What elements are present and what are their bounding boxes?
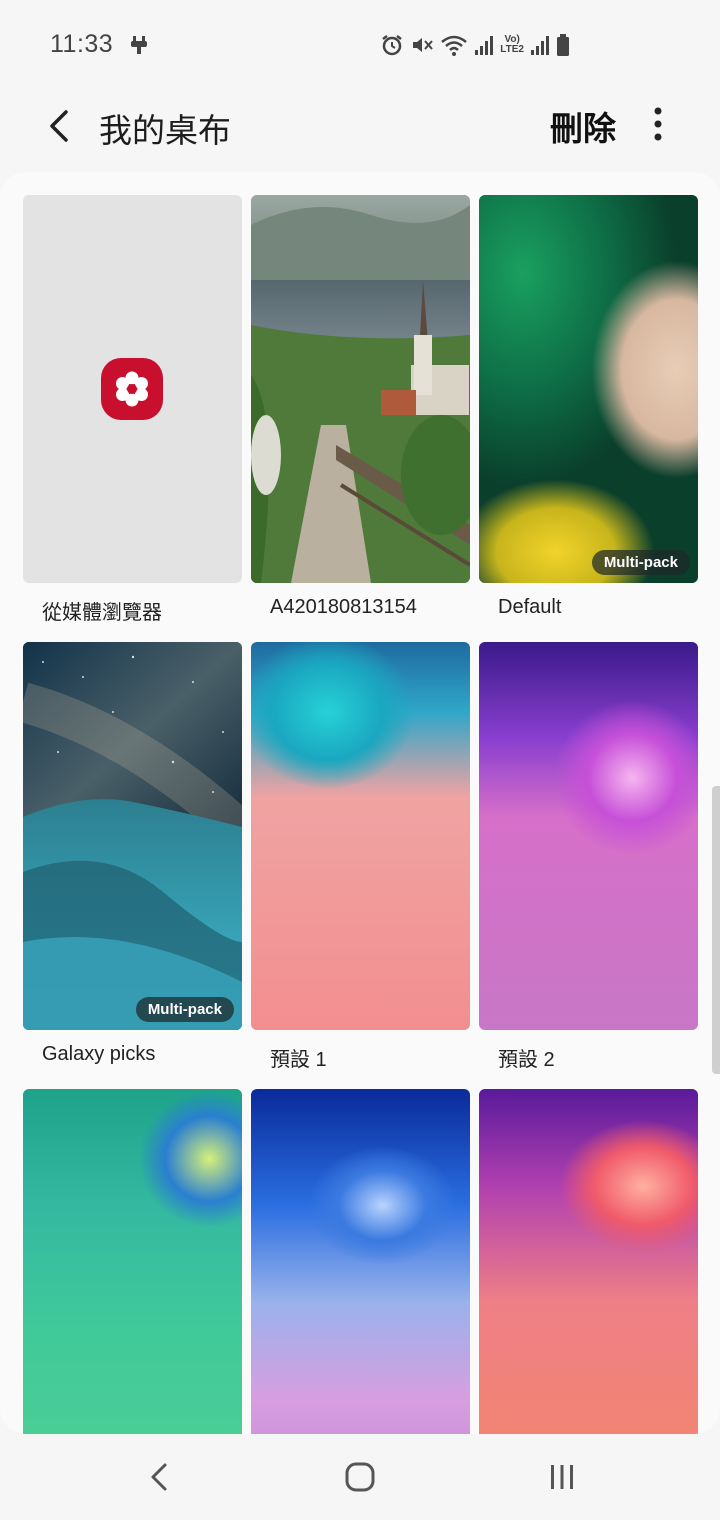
wallpaper-label: Default — [498, 596, 562, 618]
battery-icon — [557, 34, 569, 56]
gallery-flower-icon — [116, 371, 148, 407]
more-options-button[interactable] — [640, 104, 676, 144]
status-time: 11:33 — [50, 30, 114, 58]
back-button[interactable] — [38, 106, 78, 146]
navigation-bar — [0, 1434, 720, 1520]
nav-home-button[interactable] — [315, 1434, 405, 1520]
wallpaper-tile-preset-4[interactable] — [251, 1089, 470, 1434]
scrollbar-thumb[interactable] — [712, 786, 720, 1074]
nav-back-icon — [151, 1463, 167, 1491]
wallpaper-tile-preset-5[interactable] — [479, 1089, 698, 1434]
wallpaper-label: 預設 2 — [498, 1049, 555, 1071]
night-sky-dunes-image — [23, 642, 242, 1030]
page-title: 我的桌布 — [99, 112, 231, 149]
lte-indicator: Vo) LTE2 — [500, 34, 524, 55]
alarm-icon — [382, 35, 403, 56]
wifi-icon — [441, 35, 468, 56]
wallpaper-label: Galaxy picks — [42, 1043, 156, 1065]
status-icons: Vo) LTE2 — [380, 30, 570, 60]
multi-pack-badge: Multi-pack — [135, 997, 234, 1022]
signal-2-icon — [531, 36, 549, 55]
mute-icon — [413, 38, 434, 52]
app-header: 我的桌布 刪除 — [0, 90, 720, 170]
delete-button[interactable]: 刪除 — [550, 102, 616, 150]
status-bar: 11:33 Vo) LTE2 — [0, 0, 720, 90]
wallpaper-tile-default[interactable]: Multi-pack — [479, 195, 698, 583]
wallpaper-label: 從媒體瀏覽器 — [42, 602, 162, 624]
nav-recents-icon — [551, 1465, 573, 1489]
nav-recents-button[interactable] — [517, 1434, 607, 1520]
signal-1-icon — [475, 36, 494, 55]
charging-plug-icon — [131, 36, 147, 54]
nav-home-icon — [345, 1462, 375, 1492]
more-options-icon — [654, 107, 662, 141]
gallery-app-icon — [101, 358, 163, 420]
wallpaper-label: A420180813154 — [270, 596, 417, 618]
wallpaper-tile-photo[interactable] — [251, 195, 470, 583]
wallpaper-tile-galaxy-picks[interactable]: Multi-pack — [23, 642, 242, 1030]
wallpaper-tile-gallery[interactable] — [23, 195, 242, 583]
back-arrow-icon — [50, 110, 68, 142]
wallpaper-tile-preset-1[interactable] — [251, 642, 470, 1030]
nav-back-button[interactable] — [114, 1434, 204, 1520]
lake-village-image — [251, 195, 470, 583]
wallpaper-label: 預設 1 — [270, 1049, 327, 1071]
wallpaper-tile-preset-3[interactable] — [23, 1089, 242, 1434]
wallpaper-grid: 從媒體瀏覽器 A420180813154 Multi-pack Default … — [0, 172, 720, 1434]
multi-pack-badge: Multi-pack — [591, 550, 690, 575]
wallpaper-tile-preset-2[interactable] — [479, 642, 698, 1030]
